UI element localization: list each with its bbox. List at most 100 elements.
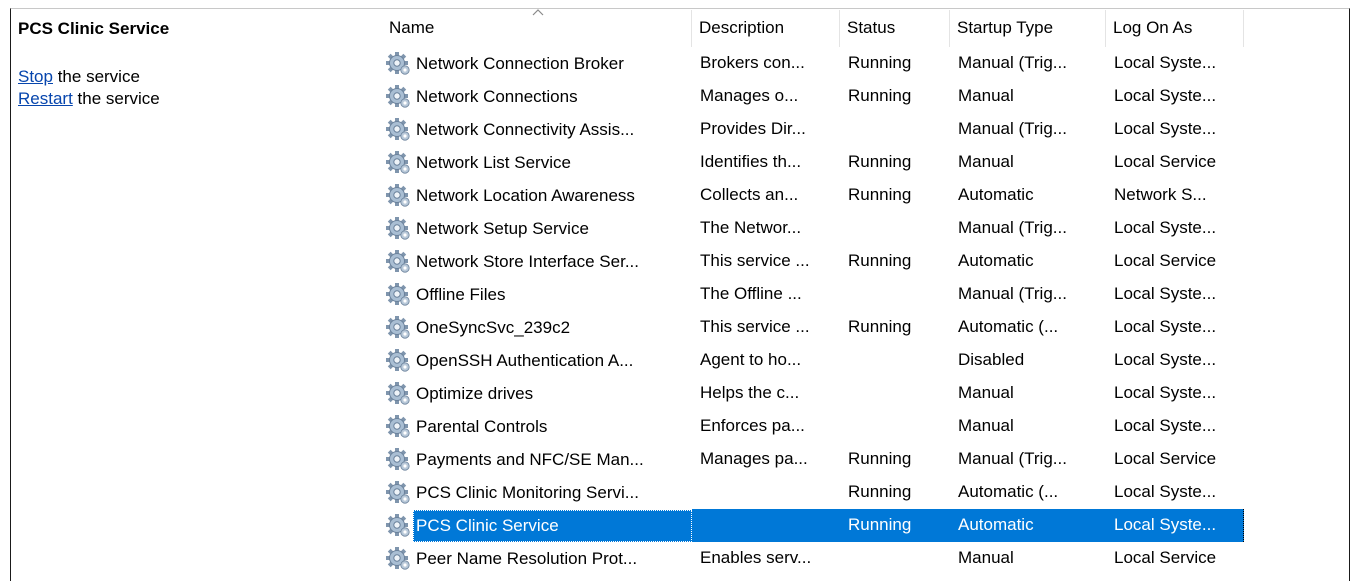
- service-name-cell: OneSyncSvc_239c2: [382, 311, 692, 344]
- column-header-startup-type[interactable]: Startup Type: [950, 10, 1106, 47]
- table-row[interactable]: Parental Controls Enforces pa... Manual …: [382, 410, 1244, 443]
- service-actions: Stop the service Restart the service: [18, 66, 358, 110]
- action-stop: Stop the service: [18, 66, 358, 88]
- service-description: Manages o...: [700, 86, 799, 105]
- service-name: Parental Controls: [416, 416, 548, 436]
- table-row[interactable]: Network Connection Broker Brokers con...…: [382, 47, 1244, 80]
- gear-icon: [382, 314, 413, 341]
- service-description: This service ...: [700, 251, 810, 270]
- service-startup-type: Manual (Trig...: [958, 218, 1067, 237]
- gear-icon: [382, 248, 413, 275]
- service-name-cell: OpenSSH Authentication A...: [382, 344, 692, 377]
- service-status: [840, 278, 950, 311]
- table-row[interactable]: Payments and NFC/SE Man... Manages pa...…: [382, 443, 1244, 476]
- service-status: Running: [848, 53, 912, 72]
- service-log-on-as: Local Syste...: [1114, 284, 1217, 303]
- table-row[interactable]: Network Connections Manages o... Running…: [382, 80, 1244, 113]
- service-startup-type: Automatic (...: [958, 317, 1059, 336]
- service-description: [692, 476, 840, 509]
- service-status: [840, 377, 950, 410]
- service-description: Brokers con...: [700, 53, 805, 72]
- column-header-log-on-as[interactable]: Log On As: [1106, 10, 1244, 47]
- column-header-status[interactable]: Status: [840, 10, 950, 47]
- service-name: Network Connectivity Assis...: [416, 119, 635, 139]
- service-log-on-as: Local Syste...: [1106, 509, 1244, 542]
- table-row[interactable]: Network Setup Service The Networ... Manu…: [382, 212, 1244, 245]
- service-startup-type: Manual (Trig...: [958, 53, 1067, 72]
- service-log-on-as: Local Service: [1114, 152, 1217, 171]
- table-row[interactable]: Optimize drives Helps the c... Manual Lo…: [382, 377, 1244, 410]
- service-description: [692, 509, 840, 542]
- service-name-cell: Network Connectivity Assis...: [382, 113, 692, 146]
- service-name-cell: Network Connections: [382, 80, 692, 113]
- service-name-cell: Peer Name Resolution Prot...: [382, 542, 692, 575]
- service-description: Identifies th...: [700, 152, 802, 171]
- service-status: Running: [848, 152, 912, 171]
- service-name: Network Connection Broker: [416, 53, 624, 73]
- stop-service-link[interactable]: Stop: [18, 67, 53, 86]
- service-description: The Offline ...: [700, 284, 802, 303]
- service-startup-type: Manual (Trig...: [958, 119, 1067, 138]
- service-name-cell: Offline Files: [382, 278, 692, 311]
- service-description: The Networ...: [700, 218, 802, 237]
- service-name: Network Location Awareness: [416, 185, 635, 205]
- gear-icon: [382, 50, 413, 77]
- service-startup-type: Automatic (...: [958, 482, 1059, 501]
- service-startup-type: Automatic: [950, 509, 1106, 542]
- service-description: Manages pa...: [700, 449, 808, 468]
- service-name: PCS Clinic Monitoring Servi...: [416, 482, 639, 502]
- service-name: Network Setup Service: [416, 218, 589, 238]
- table-row[interactable]: Peer Name Resolution Prot... Enables ser…: [382, 542, 1244, 575]
- service-log-on-as: Local Syste...: [1114, 53, 1217, 72]
- service-status: [840, 344, 950, 377]
- service-log-on-as: Local Syste...: [1114, 317, 1217, 336]
- service-name-cell: Network Setup Service: [382, 212, 692, 245]
- service-description: This service ...: [700, 317, 810, 336]
- service-name: Network List Service: [416, 152, 571, 172]
- service-description: Helps the c...: [700, 383, 800, 402]
- column-header-description[interactable]: Description: [692, 10, 840, 47]
- action-restart: Restart the service: [18, 88, 358, 110]
- table-row[interactable]: Offline Files The Offline ... Manual (Tr…: [382, 278, 1244, 311]
- service-startup-type: Automatic: [958, 251, 1034, 270]
- table-row[interactable]: OneSyncSvc_239c2 This service ... Runnin…: [382, 311, 1244, 344]
- service-status: Running: [848, 449, 912, 468]
- table-row[interactable]: OpenSSH Authentication A... Agent to ho.…: [382, 344, 1244, 377]
- service-status: [840, 542, 950, 575]
- service-status: Running: [848, 482, 912, 501]
- table-row[interactable]: Network Store Interface Ser... This serv…: [382, 245, 1244, 278]
- service-description: Enforces pa...: [700, 416, 805, 435]
- table-row[interactable]: Network Location Awareness Collects an..…: [382, 179, 1244, 212]
- gear-icon: [382, 83, 413, 110]
- service-name: OpenSSH Authentication A...: [416, 350, 634, 370]
- service-status: [840, 410, 950, 443]
- service-startup-type: Manual: [958, 383, 1014, 402]
- gear-icon: [382, 446, 413, 473]
- service-startup-type: Manual: [958, 152, 1014, 171]
- service-status: Running: [848, 251, 912, 270]
- table-body: Network Connection Broker Brokers con...…: [382, 47, 1244, 575]
- gear-icon: [382, 545, 413, 572]
- table-row-selected[interactable]: PCS Clinic Service Running Automatic Loc…: [382, 509, 1244, 542]
- service-status: Running: [848, 86, 912, 105]
- gear-icon: [382, 182, 413, 209]
- service-name-cell: Network Connection Broker: [382, 47, 692, 80]
- service-startup-type: Automatic: [958, 185, 1034, 204]
- selected-service-title: PCS Clinic Service: [18, 19, 170, 38]
- service-name: Network Store Interface Ser...: [416, 251, 639, 271]
- gear-icon: [382, 512, 413, 539]
- service-startup-type: Manual: [958, 416, 1014, 435]
- gear-icon: [382, 149, 413, 176]
- service-details-pane: PCS Clinic Service Stop the service Rest…: [18, 18, 358, 110]
- table-row[interactable]: PCS Clinic Monitoring Servi... Running A…: [382, 476, 1244, 509]
- service-description: Agent to ho...: [700, 350, 802, 369]
- table-row[interactable]: Network Connectivity Assis... Provides D…: [382, 113, 1244, 146]
- restart-service-link[interactable]: Restart: [18, 89, 73, 108]
- service-name-cell: PCS Clinic Service: [382, 509, 692, 542]
- service-name-cell: Network Store Interface Ser...: [382, 245, 692, 278]
- table-row[interactable]: Network List Service Identifies th... Ru…: [382, 146, 1244, 179]
- service-startup-type: Manual: [958, 86, 1014, 105]
- service-log-on-as: Local Syste...: [1114, 416, 1217, 435]
- service-startup-type: Manual: [958, 548, 1014, 567]
- service-description: Provides Dir...: [700, 119, 806, 138]
